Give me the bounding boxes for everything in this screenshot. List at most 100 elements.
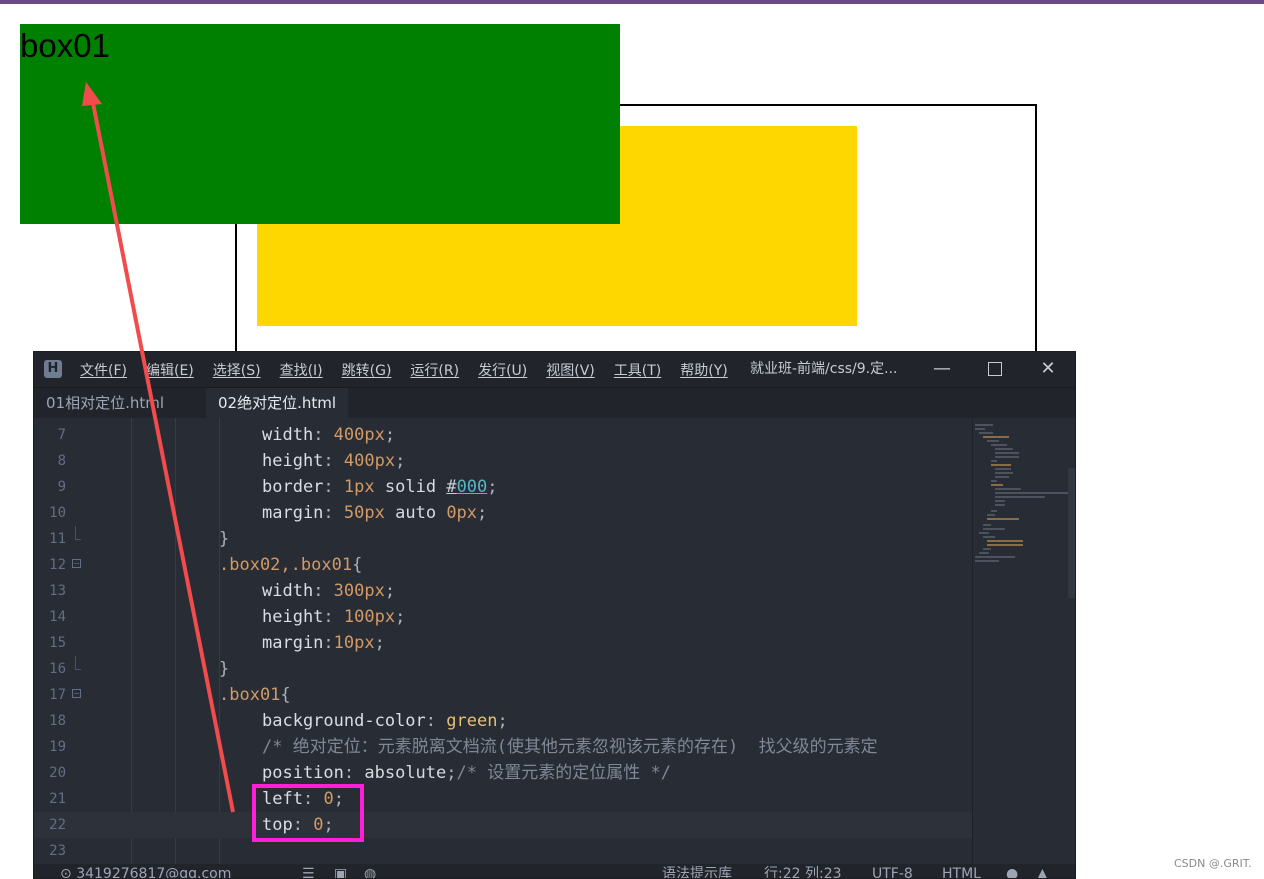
- minimap-line: [983, 524, 991, 526]
- close-button[interactable]: ✕: [1028, 352, 1068, 387]
- minimap-line: [975, 428, 985, 430]
- globe-icon[interactable]: ◍: [364, 866, 376, 878]
- line-number: 12: [49, 557, 66, 573]
- fold-toggle-icon[interactable]: −: [72, 689, 81, 698]
- annotation-highlight-box: [252, 784, 364, 842]
- notification-icon[interactable]: ●: [1006, 866, 1018, 878]
- minimap-line: [979, 432, 993, 434]
- menu-publish[interactable]: 发行(U): [478, 360, 527, 380]
- menu-find[interactable]: 查找(I): [280, 360, 323, 380]
- code-line: 13 width: 300px;: [34, 578, 972, 604]
- css-selector: .box02,.box01: [219, 555, 353, 575]
- fold-end-marker: [75, 656, 81, 670]
- minimap-line: [983, 536, 995, 538]
- language-mode[interactable]: HTML: [942, 866, 981, 878]
- code-comment: /* 设置元素的定位属性 */: [456, 763, 671, 783]
- code-line: 10 margin: 50px auto 0px;: [34, 500, 972, 526]
- minimap-line: [987, 544, 1023, 546]
- css-property: position: [262, 763, 344, 783]
- code-line: 19 /* 绝对定位：元素脱离文档流(使其他元素忽视该元素的存在) 找父级的元素…: [34, 734, 972, 760]
- minimap-line: [995, 476, 1009, 478]
- menu-goto[interactable]: 跳转(G): [342, 360, 392, 380]
- maximize-button[interactable]: [975, 352, 1015, 387]
- minimap-line: [975, 424, 993, 426]
- css-value: 0px: [446, 503, 478, 523]
- minimap-line: [995, 492, 1069, 494]
- css-value: 400px: [333, 425, 385, 445]
- minimap-line: [995, 496, 1045, 498]
- code-line: 8 height: 400px;: [34, 448, 972, 474]
- tab-01-relative-positioning[interactable]: 01相对定位.html: [34, 388, 176, 418]
- fold-end-marker: [75, 526, 81, 540]
- code-line-current: 22 top: 0;: [34, 812, 972, 838]
- minimap-line: [987, 540, 1023, 542]
- code-line: 17 − .box01{: [34, 682, 972, 708]
- user-email: 3419276817@qq.com: [76, 866, 232, 879]
- code-line: 11 }: [34, 526, 972, 552]
- list-icon[interactable]: ☰: [302, 866, 315, 878]
- line-number: 21: [49, 791, 66, 807]
- minimap-scrollbar[interactable]: [1068, 468, 1075, 598]
- css-value: absolute: [364, 763, 447, 783]
- css-value: 100px: [343, 607, 396, 627]
- minimap-line: [995, 468, 1011, 470]
- minimap-line: [995, 488, 1021, 490]
- line-number: 8: [57, 453, 66, 469]
- menu-run[interactable]: 运行(R): [410, 360, 459, 380]
- line-number: 17: [49, 687, 66, 703]
- css-value: 300px: [333, 581, 385, 601]
- code-line: 14 height: 100px;: [34, 604, 972, 630]
- line-number: 10: [49, 505, 66, 521]
- minimap-line: [991, 460, 997, 462]
- css-property: width: [262, 581, 314, 601]
- line-number: 13: [49, 583, 66, 599]
- file-encoding[interactable]: UTF-8: [872, 866, 913, 878]
- menu-tools[interactable]: 工具(T): [614, 360, 661, 380]
- css-property: background-color: [262, 711, 426, 731]
- menu-help[interactable]: 帮助(Y): [680, 360, 727, 380]
- color-hex: 000: [456, 477, 488, 497]
- closing-brace: }: [219, 529, 230, 549]
- user-account[interactable]: ⊙ 3419276817@qq.com: [60, 866, 232, 879]
- menu-view[interactable]: 视图(V): [546, 360, 595, 380]
- minimap-line: [975, 560, 999, 562]
- line-number: 16: [49, 661, 66, 677]
- menu-edit[interactable]: 编辑(E): [146, 360, 194, 380]
- maximize-icon: [988, 362, 1002, 376]
- line-number: 9: [57, 479, 66, 495]
- line-number: 11: [49, 531, 66, 547]
- menu-select[interactable]: 选择(S): [213, 360, 261, 380]
- tab-02-absolute-positioning[interactable]: 02绝对定位.html: [206, 388, 349, 418]
- css-value: 400px: [343, 451, 396, 471]
- minimize-button[interactable]: —: [922, 352, 962, 387]
- css-value: 10px: [333, 633, 375, 653]
- menu-file[interactable]: 文件(F): [80, 360, 127, 380]
- csdn-watermark: CSDN @.GRIT.: [1174, 857, 1252, 870]
- code-line: 20 position: absolute;/* 设置元素的定位属性 */: [34, 760, 972, 786]
- top-border-line: [0, 0, 1264, 4]
- fold-toggle-icon[interactable]: −: [72, 559, 81, 568]
- syntax-hint-library[interactable]: 语法提示库: [662, 866, 732, 878]
- minimap-line: [991, 510, 997, 512]
- status-bar: ⊙ 3419276817@qq.com ☰ ▣ ◍ 语法提示库 行:22 列:2…: [34, 864, 1075, 879]
- minimap-line: [983, 548, 991, 550]
- code-editor[interactable]: 7 width: 400px; 8 height: 400px; 9 borde…: [34, 418, 972, 864]
- minimap-line: [979, 532, 989, 534]
- cursor-position[interactable]: 行:22 列:23: [764, 866, 842, 878]
- bell-icon[interactable]: ▲: [1037, 866, 1048, 878]
- code-line: 16 }: [34, 656, 972, 682]
- minimap-line: [987, 440, 999, 442]
- code-line: 9 border: 1px solid #000;: [34, 474, 972, 500]
- box01-green-box: box01: [20, 24, 620, 224]
- title-bar: H 文件(F) 编辑(E) 选择(S) 查找(I) 跳转(G) 运行(R) 发行…: [34, 352, 1075, 387]
- minimap[interactable]: [972, 418, 1075, 864]
- window-title: 就业班-前端/css/9.定...: [750, 361, 898, 377]
- minimap-line: [991, 484, 1003, 486]
- line-number: 20: [49, 765, 66, 781]
- css-property: height: [262, 451, 324, 471]
- minimap-line: [995, 472, 1013, 474]
- terminal-icon[interactable]: ▣: [334, 866, 347, 878]
- css-property: height: [262, 607, 324, 627]
- closing-brace: }: [219, 659, 230, 679]
- code-line: 23: [34, 838, 972, 864]
